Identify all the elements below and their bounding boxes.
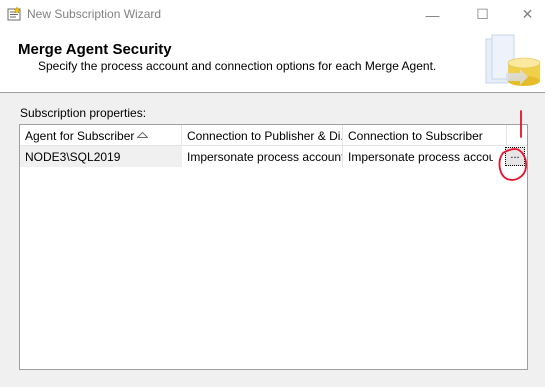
column-header-agent[interactable]: Agent for Subscriber — [20, 125, 182, 146]
column-header-agent-label: Agent for Subscriber — [25, 129, 135, 143]
column-header-subscriber-connection[interactable]: Connection to Subscriber — [343, 125, 507, 146]
maximize-button[interactable]: ☐ — [460, 0, 505, 29]
agent-security-ellipsis-button[interactable]: ... — [505, 147, 525, 166]
minimize-button[interactable]: — — [410, 0, 455, 29]
column-header-options — [507, 125, 527, 146]
wizard-header: Merge Agent Security Specify the process… — [0, 29, 545, 93]
page-title: Merge Agent Security — [18, 41, 172, 58]
window-title: New Subscription Wizard — [27, 7, 162, 21]
close-button[interactable]: ✕ — [505, 0, 545, 29]
cell-agent[interactable]: NODE3\SQL2019 — [20, 146, 182, 167]
subscription-properties-grid: Agent for Subscriber Connection to Publi… — [19, 124, 528, 370]
database-arrow-graphic — [485, 34, 541, 86]
cell-publisher-connection[interactable]: Impersonate process account — [182, 146, 343, 167]
wizard-app-icon — [7, 6, 21, 21]
grid-header: Agent for Subscriber Connection to Publi… — [20, 125, 527, 146]
page-subtitle: Specify the process account and connecti… — [38, 59, 437, 73]
title-bar: New Subscription Wizard — ☐ ✕ — [0, 0, 545, 29]
column-header-publisher-connection[interactable]: Connection to Publisher & Di... — [182, 125, 343, 146]
table-row[interactable]: NODE3\SQL2019 Impersonate process accoun… — [20, 146, 527, 167]
subscription-properties-label: Subscription properties: — [20, 106, 147, 120]
cell-subscriber-connection[interactable]: Impersonate process account — [343, 146, 493, 167]
sort-ascending-icon — [137, 132, 148, 138]
